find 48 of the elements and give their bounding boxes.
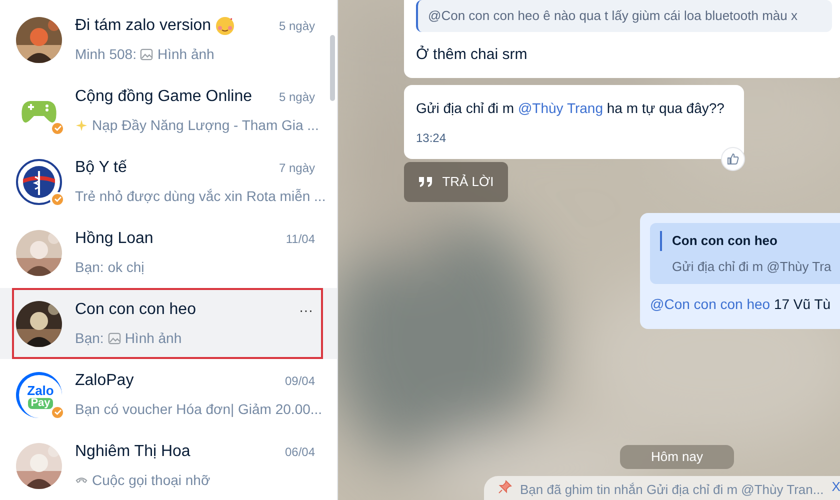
preview-sender: Minh 508: <box>75 45 136 64</box>
preview-sender: Bạn: <box>75 329 104 348</box>
conversation-time: 5 ngày <box>278 18 315 35</box>
reply-button[interactable]: TRẢ LỜI <box>404 162 508 202</box>
message-preview: Bạn: ok chị <box>75 258 144 277</box>
contact-name: Cộng đồng Game Online <box>75 87 252 107</box>
message-time: 13:24 <box>416 130 448 147</box>
quoted-message: Gửi địa chỉ đi m @Thùy Tra <box>671 258 832 276</box>
contact-name: Bộ Y tế <box>75 158 127 178</box>
conversation-time: 5 ngày <box>278 89 315 106</box>
quoted-message: @Con con con heo ê nào qua t lấy giùm cái loa bluetooth màu x <box>416 0 832 32</box>
message-preview: Nạp Đầy Năng Lượng - Tham Gia ... <box>92 116 319 135</box>
quote-icon <box>418 176 434 188</box>
contact-name: Nghiêm Thị Hoa <box>75 442 190 462</box>
image-icon <box>140 48 154 61</box>
message-preview: Trẻ nhỏ được dùng vắc xin Rota miễn ... <box>75 187 326 206</box>
conversation-time: 09/04 <box>284 373 315 390</box>
conversation-item[interactable]: Con con con heo ··· Bạn: Hình ảnh <box>0 288 337 359</box>
message-preview: Hình ảnh <box>124 329 182 348</box>
contact-name: Hồng Loan <box>75 229 154 249</box>
quote-author: Con con con heo <box>660 231 840 250</box>
message-text: Gửi địa chỉ đi m @Thùy Trang ha m tự qua đây?? <box>416 99 726 118</box>
conversation-time: 11/04 <box>286 231 315 248</box>
sparkle-icon <box>75 119 88 132</box>
message-preview: Cuộc gọi thoại nhỡ <box>92 471 210 490</box>
conversation-time: 7 ngày <box>278 160 315 177</box>
conversation-time: 06/04 <box>284 444 315 461</box>
like-button[interactable] <box>721 147 745 171</box>
thumbs-up-icon <box>727 153 739 165</box>
logo-text: Zalo <box>27 384 54 396</box>
mention-link[interactable]: @Con con con heo <box>650 296 770 312</box>
message-preview: Bạn có voucher Hóa đơn| Giảm 20.00... <box>75 400 322 419</box>
date-divider: Hôm nay <box>620 445 734 469</box>
message-text: Ở thêm chai srm <box>416 44 528 64</box>
mention-link[interactable]: @Thùy Trang <box>518 100 603 116</box>
medical-logo-icon <box>16 158 62 204</box>
contact-name: Con con con heo <box>75 300 196 320</box>
close-button[interactable]: X <box>832 480 840 493</box>
more-button[interactable]: ··· <box>297 303 315 317</box>
contact-name: ZaloPay <box>75 371 134 391</box>
scrollbar[interactable] <box>330 35 335 101</box>
message-text: @Con con con heo 17 Vũ Tù <box>650 295 832 314</box>
contact-name: Đi tám zalo version <box>75 16 212 36</box>
image-icon <box>108 332 121 345</box>
message-preview: Hình ảnh <box>157 45 214 64</box>
pin-icon <box>498 480 512 494</box>
pinned-message-text: Bạn đã ghim tin nhắn Gửi địa chỉ đi m @Thùy Tran... <box>520 481 824 499</box>
logo-text: Pay <box>28 398 54 408</box>
